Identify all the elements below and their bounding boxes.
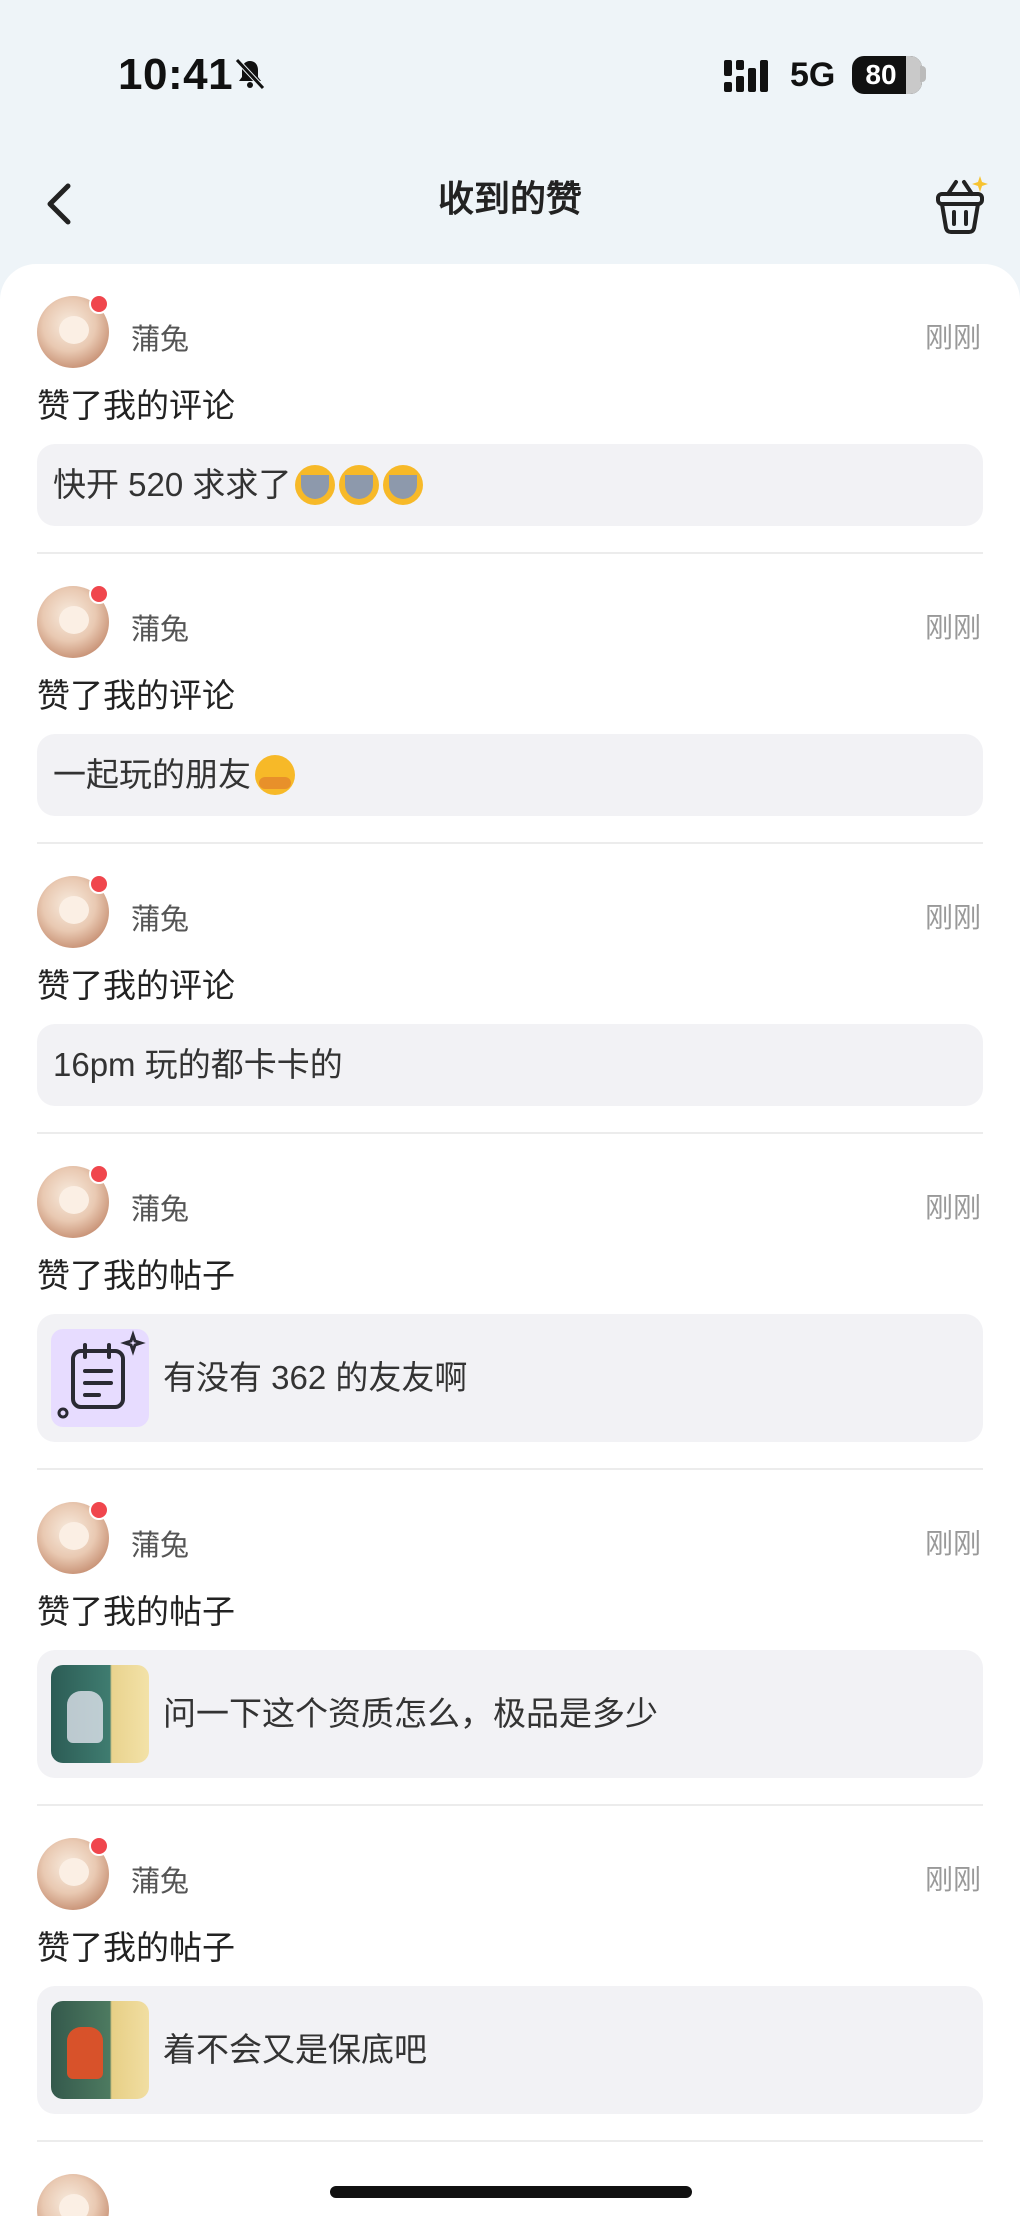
list-item[interactable]: 蒲兔 刚刚 赞了我的帖子 有没有 362 的友友啊 — [37, 1134, 983, 1470]
unread-dot — [89, 584, 109, 604]
like-action-text: 赞了我的评论 — [37, 387, 235, 424]
username[interactable]: 蒲兔 — [131, 606, 189, 648]
timestamp: 刚刚 — [924, 902, 981, 933]
cry-emoji-icon — [295, 465, 336, 505]
unread-dot — [89, 1500, 109, 1520]
clear-basket-icon[interactable] — [930, 172, 990, 236]
post-thumbnail — [51, 2001, 149, 2099]
list-item[interactable]: 蒲兔 刚刚 赞了我的评论 快开 520 求求了 — [37, 264, 983, 554]
post-thumbnail — [51, 1665, 149, 1763]
username[interactable]: 蒲兔 — [131, 1858, 189, 1900]
battery-level: 80 — [865, 59, 897, 90]
note-icon — [57, 1330, 146, 1419]
username[interactable]: 蒲兔 — [131, 896, 189, 938]
list-item[interactable]: 蒲兔 刚刚 赞了我的评论 一起玩的朋友 — [37, 554, 983, 844]
username[interactable]: 蒲兔 — [131, 316, 189, 358]
nav-bar: 收到的赞 — [0, 150, 1020, 270]
bell-muted-icon — [235, 58, 265, 90]
quoted-comment[interactable]: 一起玩的朋友 — [37, 734, 983, 816]
timestamp: 刚刚 — [924, 1528, 981, 1559]
like-action-text: 赞了我的帖子 — [37, 1929, 235, 1966]
quoted-text: 16pm 玩的都卡卡的 — [53, 1045, 343, 1083]
unread-dot — [89, 874, 109, 894]
quoted-text: 一起玩的朋友 — [53, 755, 251, 793]
cry-emoji-icon — [383, 465, 424, 505]
username[interactable]: 蒲兔 — [131, 1522, 189, 1564]
hug-emoji-icon — [255, 755, 295, 795]
status-bar: 10:41 5G 80 — [0, 0, 1020, 150]
quoted-comment[interactable]: 16pm 玩的都卡卡的 — [37, 1024, 983, 1106]
network-type: 5G — [790, 56, 836, 94]
quoted-post[interactable]: 着不会又是保底吧 — [37, 1986, 983, 2114]
list-item[interactable]: 蒲兔 刚刚 赞了我的评论 16pm 玩的都卡卡的 — [37, 844, 983, 1134]
cry-emoji-icon — [339, 465, 380, 505]
quoted-text: 着不会又是保底吧 — [163, 2030, 427, 2068]
timestamp: 刚刚 — [924, 1864, 981, 1895]
page-title: 收到的赞 — [437, 178, 582, 219]
unread-dot — [89, 1836, 109, 1856]
list-item[interactable]: 蒲兔 刚刚 赞了我的帖子 问一下这个资质怎么，极品是多少 — [37, 1470, 983, 1806]
unread-dot — [89, 294, 109, 314]
like-action-text: 赞了我的帖子 — [37, 1593, 235, 1630]
quoted-text: 有没有 362 的友友啊 — [163, 1358, 468, 1396]
signal-icon — [724, 60, 768, 92]
quoted-post[interactable]: 有没有 362 的友友啊 — [37, 1314, 983, 1442]
list-item[interactable] — [37, 2142, 983, 2216]
username[interactable]: 蒲兔 — [131, 1186, 189, 1228]
avatar[interactable] — [37, 2174, 109, 2216]
quoted-post[interactable]: 问一下这个资质怎么，极品是多少 — [37, 1650, 983, 1778]
list-item[interactable]: 蒲兔 刚刚 赞了我的帖子 着不会又是保底吧 — [37, 1806, 983, 2142]
like-action-text: 赞了我的评论 — [37, 677, 235, 714]
battery-cap — [920, 66, 926, 82]
quoted-text: 问一下这个资质怎么，极品是多少 — [163, 1694, 658, 1732]
unread-dot — [89, 1164, 109, 1184]
timestamp: 刚刚 — [924, 322, 981, 353]
like-action-text: 赞了我的帖子 — [37, 1257, 235, 1294]
post-thumbnail — [51, 1329, 149, 1427]
quoted-text: 快开 520 求求了 — [53, 465, 292, 503]
status-time: 10:41 — [118, 50, 234, 99]
quoted-comment[interactable]: 快开 520 求求了 — [37, 444, 983, 526]
like-action-text: 赞了我的评论 — [37, 967, 235, 1004]
likes-list[interactable]: 蒲兔 刚刚 赞了我的评论 快开 520 求求了 蒲兔 刚刚 赞了我的评论 一起玩… — [0, 264, 1020, 2216]
home-indicator[interactable] — [330, 2186, 692, 2198]
timestamp: 刚刚 — [924, 1192, 981, 1223]
timestamp: 刚刚 — [924, 612, 981, 643]
